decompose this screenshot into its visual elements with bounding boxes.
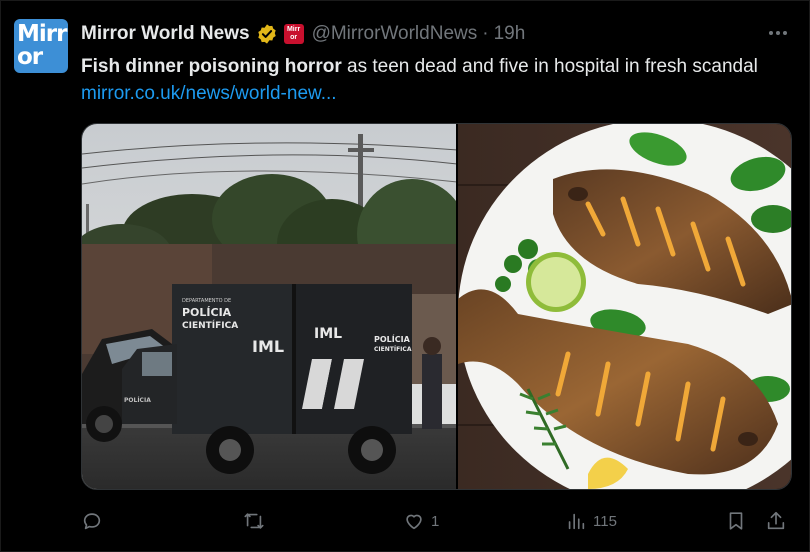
verified-badge-icon xyxy=(257,24,276,44)
police-truck-illustration: DEPARTAMENTO DE POLÍCIA CIENTÍFICA IML I… xyxy=(82,124,456,489)
like-button[interactable]: 1 xyxy=(403,506,439,536)
reply-button[interactable] xyxy=(81,506,109,536)
bookmark-button[interactable] xyxy=(725,506,747,536)
more-options-icon[interactable] xyxy=(767,23,789,43)
retweet-button[interactable] xyxy=(243,506,271,536)
affiliate-badge-icon: Mirr or xyxy=(283,24,304,44)
like-count: 1 xyxy=(431,512,440,530)
truck-text-dept: DEPARTAMENTO DE xyxy=(182,298,231,304)
truck-text-iml-2: IML xyxy=(314,326,342,342)
truck-text-policia-2: POLÍCIA xyxy=(374,333,411,344)
grilled-fish-illustration xyxy=(457,124,791,489)
truck-text-policia-door: POLÍCIA xyxy=(124,396,151,404)
retweet-icon xyxy=(244,513,264,529)
share-icon xyxy=(767,511,785,530)
tweet-headline-bold: Fish dinner poisoning horror xyxy=(81,56,342,77)
share-button[interactable] xyxy=(765,506,787,536)
avatar-logo-text-bottom: or xyxy=(17,44,43,70)
bookmark-icon xyxy=(729,512,743,530)
media-image-grilled-fish[interactable] xyxy=(457,124,791,489)
views-button[interactable]: 115 xyxy=(565,506,617,536)
separator-dot: · xyxy=(482,23,489,44)
account-handle[interactable]: @MirrorWorldNews xyxy=(312,23,478,45)
truck-text-cientifica: CIENTÍFICA xyxy=(182,319,238,331)
tweet-headline-rest: as teen dead and five in hospital in fre… xyxy=(341,56,758,77)
tweet-card[interactable]: Mirr or Mirror World News Mirr or @Mirro… xyxy=(0,0,810,552)
avatar[interactable]: Mirr or xyxy=(14,19,68,73)
views-count: 115 xyxy=(593,512,617,530)
truck-text-iml-1: IML xyxy=(252,337,284,356)
views-chart-icon xyxy=(568,513,585,530)
heart-icon xyxy=(406,514,422,530)
timestamp[interactable]: 19h xyxy=(494,23,526,45)
account-name[interactable]: Mirror World News xyxy=(81,23,250,45)
truck-text-policia: POLÍCIA xyxy=(182,306,232,319)
tweet-header: Mirror World News Mirr or @MirrorWorldNe… xyxy=(81,22,525,46)
reply-icon xyxy=(83,513,101,530)
tweet-link[interactable]: mirror.co.uk/news/world-new... xyxy=(81,83,337,104)
media-image-police-truck[interactable]: DEPARTAMENTO DE POLÍCIA CIENTÍFICA IML I… xyxy=(82,124,456,489)
tweet-text: Fish dinner poisoning horror as teen dea… xyxy=(81,53,781,107)
truck-text-cientifica-2: CIENTÍFICA xyxy=(374,345,412,353)
tweet-media[interactable]: DEPARTAMENTO DE POLÍCIA CIENTÍFICA IML I… xyxy=(81,123,792,490)
action-bar: 1 115 xyxy=(81,506,793,536)
